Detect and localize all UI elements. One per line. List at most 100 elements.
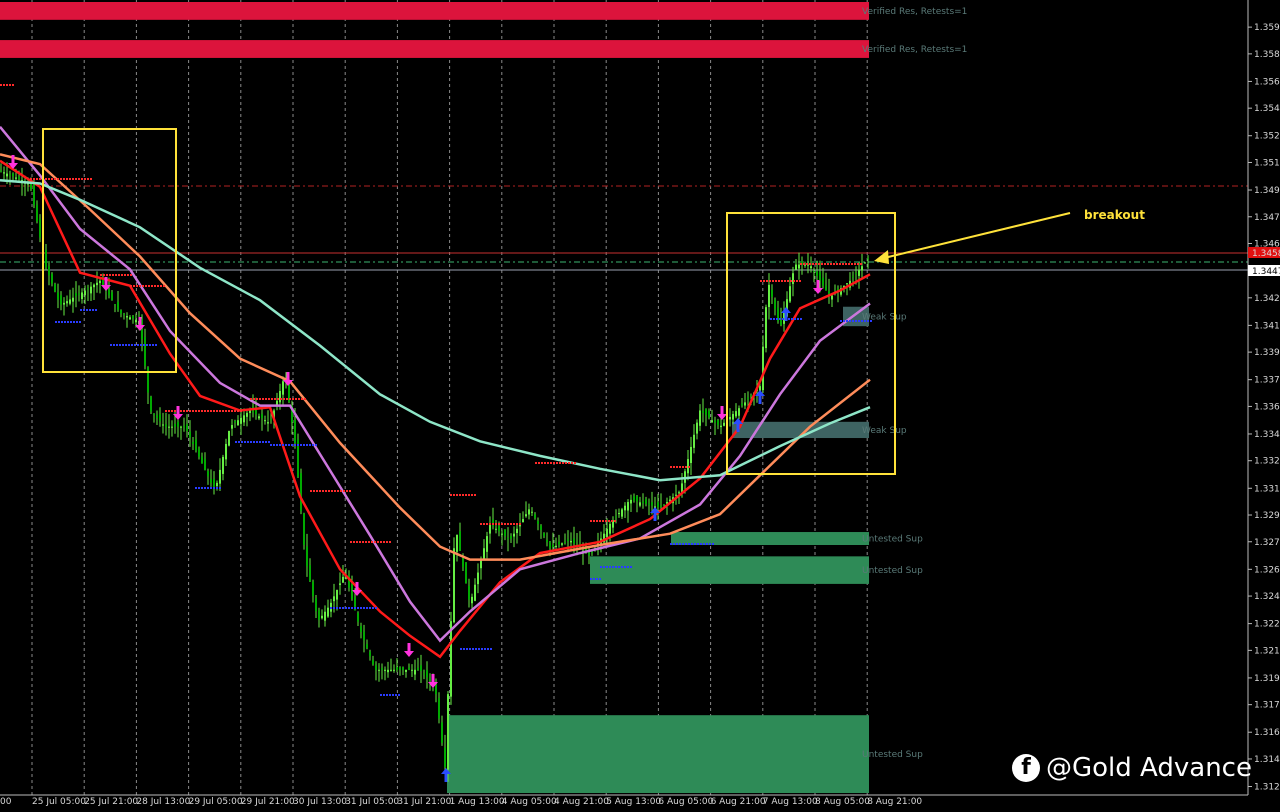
price-tick-label: 1.32790 bbox=[1254, 538, 1280, 548]
candle-body bbox=[750, 395, 752, 397]
resistance-dot bbox=[821, 263, 823, 265]
resistance-dot bbox=[590, 520, 592, 522]
candle-body bbox=[423, 673, 425, 675]
resistance-dot bbox=[112, 274, 114, 276]
price-tick-label: 1.33790 bbox=[1254, 376, 1280, 386]
resistance-dot bbox=[547, 462, 549, 464]
support-dot bbox=[709, 543, 711, 545]
candle-body bbox=[360, 626, 362, 632]
support-dot bbox=[250, 441, 252, 443]
candle-body bbox=[630, 499, 632, 504]
support-dot bbox=[297, 444, 299, 446]
support-dot bbox=[303, 444, 305, 446]
resistance-dot bbox=[322, 490, 324, 492]
resistance-dot bbox=[359, 541, 361, 543]
support-dot bbox=[315, 444, 317, 446]
resistance-dot bbox=[553, 462, 555, 464]
zone-untested_support bbox=[447, 715, 869, 793]
price-tick-label: 1.34125 bbox=[1254, 321, 1280, 331]
resistance-dot bbox=[121, 274, 123, 276]
resistance-dot bbox=[63, 178, 65, 180]
candle-body bbox=[111, 292, 113, 301]
candle-body bbox=[318, 610, 320, 620]
candle-body bbox=[540, 525, 542, 531]
candle-body bbox=[234, 421, 236, 423]
breakout-label: breakout bbox=[1084, 208, 1145, 222]
resistance-dot bbox=[350, 541, 352, 543]
candle-body bbox=[219, 469, 221, 484]
time-tick-label: 29 Jul 05:00 bbox=[189, 797, 243, 807]
candle-body bbox=[858, 269, 860, 276]
support-dot bbox=[64, 321, 66, 323]
support-dot bbox=[372, 607, 374, 609]
resistance-dot bbox=[283, 398, 285, 400]
support-dot bbox=[146, 344, 148, 346]
resistance-dot bbox=[778, 280, 780, 282]
support-dot bbox=[122, 344, 124, 346]
candle-body bbox=[189, 431, 191, 438]
support-dot bbox=[700, 543, 702, 545]
resistance-dot bbox=[489, 523, 491, 525]
resistance-dot bbox=[133, 285, 135, 287]
candle-body bbox=[426, 670, 428, 678]
candle-body bbox=[399, 667, 401, 670]
support-dot bbox=[712, 543, 714, 545]
forex-chart[interactable]: Verified Res, Retests=1 Verified Res, Ret… bbox=[0, 0, 1280, 812]
resistance-dot bbox=[790, 280, 792, 282]
support-dot bbox=[256, 441, 258, 443]
candle-body bbox=[201, 456, 203, 464]
candle-body bbox=[645, 499, 647, 504]
candle-body bbox=[741, 403, 743, 406]
candle-body bbox=[573, 538, 575, 544]
resistance-dot bbox=[250, 398, 252, 400]
support-dot bbox=[694, 543, 696, 545]
support-dot bbox=[201, 487, 203, 489]
candle-body bbox=[258, 416, 260, 419]
candle-body bbox=[87, 288, 89, 290]
resistance-dot bbox=[602, 520, 604, 522]
support-dot bbox=[596, 578, 598, 580]
support-dot bbox=[140, 344, 142, 346]
resistance-dot bbox=[538, 462, 540, 464]
price-tick-label: 1.33960 bbox=[1254, 348, 1280, 358]
support-dot bbox=[773, 318, 775, 320]
support-dot bbox=[276, 444, 278, 446]
resistance-dot bbox=[9, 84, 11, 86]
candle-body bbox=[483, 548, 485, 559]
resistance-dot bbox=[608, 520, 610, 522]
resistance-dot bbox=[163, 285, 165, 287]
time-tick-label: 28 Jul 13:00 bbox=[136, 797, 190, 807]
candle-body bbox=[486, 536, 488, 552]
candle-body bbox=[789, 286, 791, 302]
candle-body bbox=[522, 519, 524, 523]
candle-body bbox=[660, 505, 662, 507]
candle-body bbox=[441, 722, 443, 743]
candle-body bbox=[699, 410, 701, 426]
candle-body bbox=[825, 285, 827, 291]
price-tick-label: 1.32120 bbox=[1254, 646, 1280, 656]
support-dot bbox=[95, 309, 97, 311]
candle-body bbox=[702, 410, 704, 413]
candle-body bbox=[54, 283, 56, 292]
resistance-dot bbox=[145, 285, 147, 287]
resistance-dot bbox=[310, 490, 312, 492]
candle-body bbox=[315, 598, 317, 612]
candle-body bbox=[480, 560, 482, 569]
support-dot bbox=[466, 648, 468, 650]
support-dot bbox=[244, 441, 246, 443]
support-dot bbox=[788, 318, 790, 320]
candle-body bbox=[459, 531, 461, 551]
price-tick-label: 1.33290 bbox=[1254, 457, 1280, 467]
candle-body bbox=[417, 667, 419, 670]
support-dot bbox=[770, 318, 772, 320]
resistance-dot bbox=[574, 462, 576, 464]
resistance-dot bbox=[501, 523, 503, 525]
support-dot bbox=[615, 566, 617, 568]
support-dot bbox=[679, 543, 681, 545]
candle-body bbox=[162, 424, 164, 426]
support-dot bbox=[864, 320, 866, 322]
candle-body bbox=[471, 596, 473, 604]
candle-body bbox=[66, 301, 68, 304]
resistance-dot bbox=[535, 462, 537, 464]
candle-body bbox=[504, 529, 506, 537]
